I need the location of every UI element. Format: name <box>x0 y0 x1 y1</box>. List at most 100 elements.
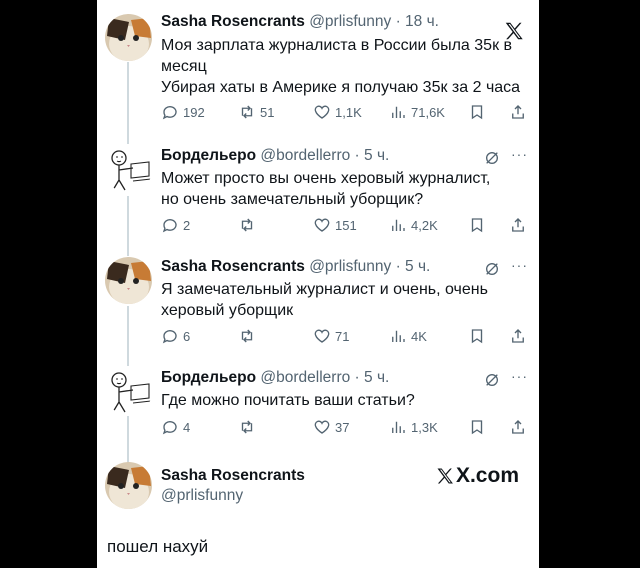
like-button[interactable]: 151 <box>313 216 357 234</box>
text-line: Может просто вы очень херовый журналист, <box>161 170 491 187</box>
views-count: 4,2K <box>411 217 438 233</box>
bookmark-icon <box>471 218 483 233</box>
bookmark-icon <box>471 105 483 120</box>
views-count: 4K <box>411 328 427 344</box>
sketch-avatar[interactable] <box>105 146 152 193</box>
like-button[interactable]: 37 <box>313 418 349 436</box>
like-button[interactable]: 1,1K <box>313 103 362 121</box>
cat-avatar[interactable] <box>105 257 152 304</box>
bookmark-button[interactable] <box>468 103 486 121</box>
text-line: Моя зарплата журналиста в России была 35… <box>161 37 513 54</box>
grok-icon <box>486 374 498 386</box>
reply-button[interactable]: 6 <box>161 327 190 345</box>
x-com-brand: X.com <box>435 464 519 488</box>
author-name[interactable]: Sasha Rosencrants <box>161 258 305 275</box>
text-line: Я замечательный журналист и очень, очень <box>161 281 488 298</box>
action-bar: 6 71 4K <box>161 327 529 347</box>
views-button[interactable]: 4,2K <box>389 216 438 234</box>
share-button[interactable] <box>509 216 527 234</box>
sketch-avatar[interactable] <box>105 368 152 415</box>
share-button[interactable] <box>509 103 527 121</box>
thread-line <box>127 196 129 256</box>
views-icon <box>392 106 405 118</box>
tweet-text: Моя зарплата журналиста в России была 35… <box>161 35 533 98</box>
reply-icon <box>162 106 177 120</box>
author-handle[interactable]: @prlisfunny <box>309 258 391 275</box>
bookmark-button[interactable] <box>468 418 486 436</box>
reply-count: 6 <box>183 328 191 344</box>
views-icon <box>392 421 405 433</box>
tweet-time[interactable]: 5 ч. <box>364 147 389 164</box>
share-button[interactable] <box>509 418 527 436</box>
author-handle[interactable]: @bordellerro <box>260 147 350 164</box>
tweet-header: Sasha Rosencrants @prlisfunny · 5 ч. <box>161 258 431 275</box>
more-options-icon[interactable]: ··· <box>511 368 528 384</box>
share-icon <box>512 420 524 434</box>
text-line: Убирая хаты в Америке я получаю 35к за 2… <box>161 79 521 96</box>
tweet-text: Я замечательный журналист и очень, очень… <box>161 279 533 321</box>
share-icon <box>512 329 524 343</box>
reply-button[interactable]: 192 <box>161 103 205 121</box>
views-button[interactable]: 1,3K <box>389 418 438 436</box>
tweet-thread-card: Sasha Rosencrants @prlisfunny · 18 ч. Мо… <box>97 0 539 568</box>
like-count: 1,1K <box>335 104 362 120</box>
reply-count: 2 <box>183 217 191 233</box>
tweet-text: пошел нахуй <box>107 537 209 556</box>
share-button[interactable] <box>509 327 527 345</box>
heart-icon <box>314 218 330 232</box>
bookmark-icon <box>471 420 483 435</box>
tweet-time[interactable]: 18 ч. <box>405 13 439 30</box>
more-options-icon[interactable]: ··· <box>511 257 528 273</box>
text-line: месяц <box>161 58 207 75</box>
retweet-icon <box>241 329 253 343</box>
views-button[interactable]: 4K <box>389 327 427 345</box>
heart-icon <box>314 329 330 343</box>
reply-button[interactable]: 2 <box>161 216 190 234</box>
author-name[interactable]: Бордельеро <box>161 147 256 164</box>
reply-button[interactable]: 4 <box>161 418 190 436</box>
like-count: 71 <box>335 328 350 344</box>
views-icon <box>392 330 405 342</box>
views-count: 1,3K <box>411 419 438 435</box>
retweet-icon <box>241 218 253 232</box>
author-name[interactable]: Sasha Rosencrants <box>161 466 305 486</box>
heart-icon <box>314 105 330 119</box>
bookmark-button[interactable] <box>468 216 486 234</box>
more-options-icon[interactable]: ··· <box>511 146 528 162</box>
author-handle[interactable]: @prlisfunny <box>309 13 391 30</box>
views-icon <box>392 219 405 231</box>
author-name[interactable]: Бордельеро <box>161 369 256 386</box>
views-button[interactable]: 71,6K <box>389 103 445 121</box>
retweet-button[interactable]: 51 <box>238 103 274 121</box>
author-name[interactable]: Sasha Rosencrants <box>161 13 305 30</box>
tweet-header: Бордельеро @bordellerro · 5 ч. <box>161 369 390 386</box>
author-handle[interactable]: @bordellerro <box>260 369 350 386</box>
tweet-time[interactable]: 5 ч. <box>405 258 430 275</box>
tweet-header: Бордельеро @bordellerro · 5 ч. <box>161 147 390 164</box>
author-handle[interactable]: @prlisfunny <box>161 486 305 506</box>
cat-avatar[interactable] <box>105 462 152 509</box>
x-logo-icon <box>437 468 453 484</box>
like-button[interactable]: 71 <box>313 327 349 345</box>
reply-icon <box>162 219 177 233</box>
tweet-text: Может просто вы очень херовый журналист,… <box>161 168 533 210</box>
reply-icon <box>162 421 177 435</box>
heart-icon <box>314 420 330 434</box>
action-bar: 2 151 4,2K <box>161 216 529 236</box>
like-count: 151 <box>335 217 357 233</box>
text-line: херовый уборщик <box>161 302 294 319</box>
like-count: 37 <box>335 419 350 435</box>
reply-count: 4 <box>183 419 191 435</box>
retweet-icon <box>241 105 253 119</box>
retweet-button[interactable] <box>238 327 256 345</box>
action-bar: 192 51 1,1K 71,6K <box>161 103 529 123</box>
views-count: 71,6K <box>411 104 445 120</box>
share-icon <box>512 218 524 232</box>
final-header: Sasha Rosencrants @prlisfunny <box>161 466 305 506</box>
cat-avatar[interactable] <box>105 14 152 61</box>
retweet-button[interactable] <box>238 418 256 436</box>
action-bar: 4 37 1,3K <box>161 418 529 438</box>
tweet-time[interactable]: 5 ч. <box>364 369 389 386</box>
bookmark-button[interactable] <box>468 327 486 345</box>
retweet-button[interactable] <box>238 216 256 234</box>
